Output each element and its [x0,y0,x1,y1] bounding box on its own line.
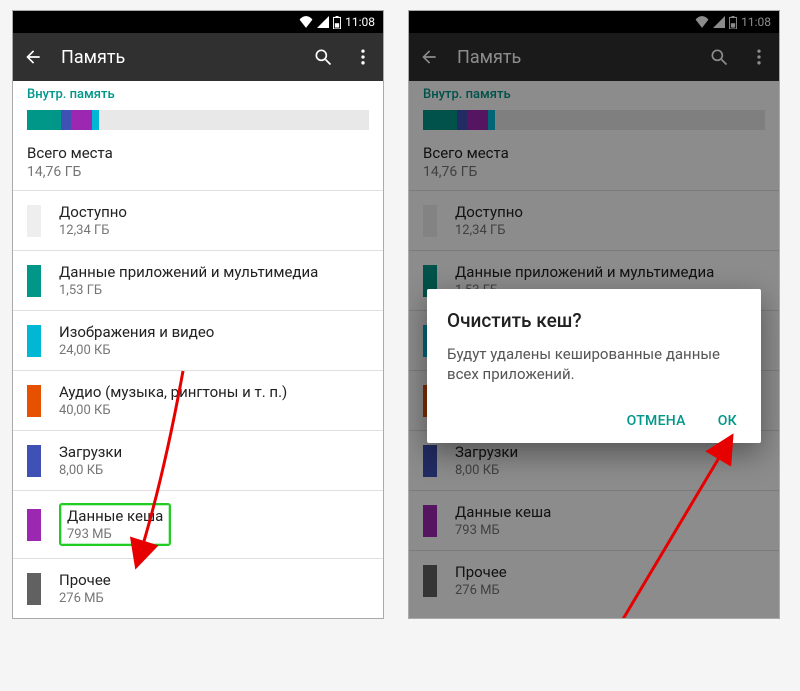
storage-segment [467,110,488,130]
row-value: 12,34 ГБ [59,223,369,238]
total-block: Всего места 14,76 ГБ [13,140,383,190]
storage-row[interactable]: Данные кеша 793 МБ [409,491,779,550]
row-value: 12,34 ГБ [455,223,765,238]
row-label: Доступно [59,203,369,221]
clear-cache-dialog: Очистить кеш? Будут удалены кешированные… [427,289,761,443]
battery-icon [333,16,341,29]
row-value: 8,00 КБ [455,463,765,478]
row-value: 276 МБ [455,583,765,598]
storage-row[interactable]: Данные приложений и мультимедиа 1,53 ГБ [13,251,383,310]
appbar-title: Память [61,47,295,68]
storage-segment [423,110,457,130]
back-icon[interactable] [417,45,441,69]
storage-row[interactable]: Загрузки 8,00 КБ [13,431,383,490]
storage-segment [61,110,71,130]
storage-segment [27,110,61,130]
total-block: Всего места 14,76 ГБ [409,140,779,190]
row-swatch [27,265,41,297]
dialog-message: Будут удалены кешированные данные всех п… [447,344,741,385]
storage-segment [495,110,765,130]
row-label: Доступно [455,203,765,221]
row-swatch [423,445,437,477]
row-swatch [27,509,41,541]
app-bar: Память [409,33,779,81]
row-value: 24,00 КБ [59,343,369,358]
row-value: 793 МБ [455,523,765,538]
storage-row[interactable]: Изображения и видео 24,00 КБ [13,311,383,370]
signal-icon [317,16,329,28]
dialog-title: Очистить кеш? [447,309,741,332]
storage-row[interactable]: Доступно 12,34 ГБ [409,191,779,250]
total-value: 14,76 ГБ [423,164,765,180]
row-label: Данные приложений и мультимедиа [455,263,765,281]
row-label: Загрузки [455,443,765,461]
total-label: Всего места [423,144,765,162]
battery-icon [729,16,737,29]
row-swatch [27,325,41,357]
row-value: 793 МБ [67,527,163,542]
storage-bar [423,110,765,130]
overflow-icon[interactable] [747,45,771,69]
total-value: 14,76 ГБ [27,164,369,180]
storage-segment [488,110,495,130]
storage-segment [457,110,467,130]
total-label: Всего места [27,144,369,162]
content-left: Внутр. память Всего места 14,76 ГБ Досту… [13,81,383,618]
row-value: 1,53 ГБ [59,283,369,298]
search-icon[interactable] [707,45,731,69]
status-bar: 11:08 [409,11,779,33]
wifi-icon [299,16,313,28]
phone-screen-left: 11:08 Память Внутр. память Всего места 1… [12,10,384,619]
status-time: 11:08 [741,15,771,29]
storage-row[interactable]: Доступно 12,34 ГБ [13,191,383,250]
row-swatch [423,565,437,597]
appbar-title: Память [457,47,691,68]
search-icon[interactable] [311,45,335,69]
overflow-icon[interactable] [351,45,375,69]
row-label: Загрузки [59,443,369,461]
signal-icon [713,16,725,28]
row-swatch [423,205,437,237]
row-value: 276 МБ [59,591,369,606]
storage-row[interactable]: Данные кеша 793 МБ [13,491,383,558]
row-label: Данные кеша [455,503,765,521]
phone-screen-right: 11:08 Память Внутр. память Всего места 1… [408,10,780,619]
row-label: Прочее [455,563,765,581]
app-bar: Память [13,33,383,81]
section-label: Внутр. память [13,81,383,106]
ok-button[interactable]: ОК [714,407,741,435]
row-swatch [27,573,41,605]
row-swatch [27,385,41,417]
section-label: Внутр. память [409,81,779,106]
row-label: Изображения и видео [59,323,369,341]
storage-segment [92,110,99,130]
row-value: 40,00 КБ [59,403,369,418]
storage-row[interactable]: Аудио (музыка, рингтоны и т. п.) 40,00 КБ [13,371,383,430]
row-label: Аудио (музыка, рингтоны и т. п.) [59,383,369,401]
storage-segment [71,110,92,130]
row-swatch [27,445,41,477]
back-icon[interactable] [21,45,45,69]
highlight-cache-row: Данные кеша 793 МБ [59,503,171,546]
row-swatch [27,205,41,237]
wifi-icon [695,16,709,28]
status-time: 11:08 [345,15,375,29]
row-value: 8,00 КБ [59,463,369,478]
row-label: Данные приложений и мультимедиа [59,263,369,281]
storage-bar [27,110,369,130]
row-label: Данные кеша [67,507,163,525]
cancel-button[interactable]: ОТМЕНА [623,407,690,435]
storage-segment [99,110,369,130]
row-swatch [423,505,437,537]
row-label: Прочее [59,571,369,589]
status-bar: 11:08 [13,11,383,33]
storage-row[interactable]: Прочее 276 МБ [409,551,779,610]
storage-row[interactable]: Прочее 276 МБ [13,559,383,618]
